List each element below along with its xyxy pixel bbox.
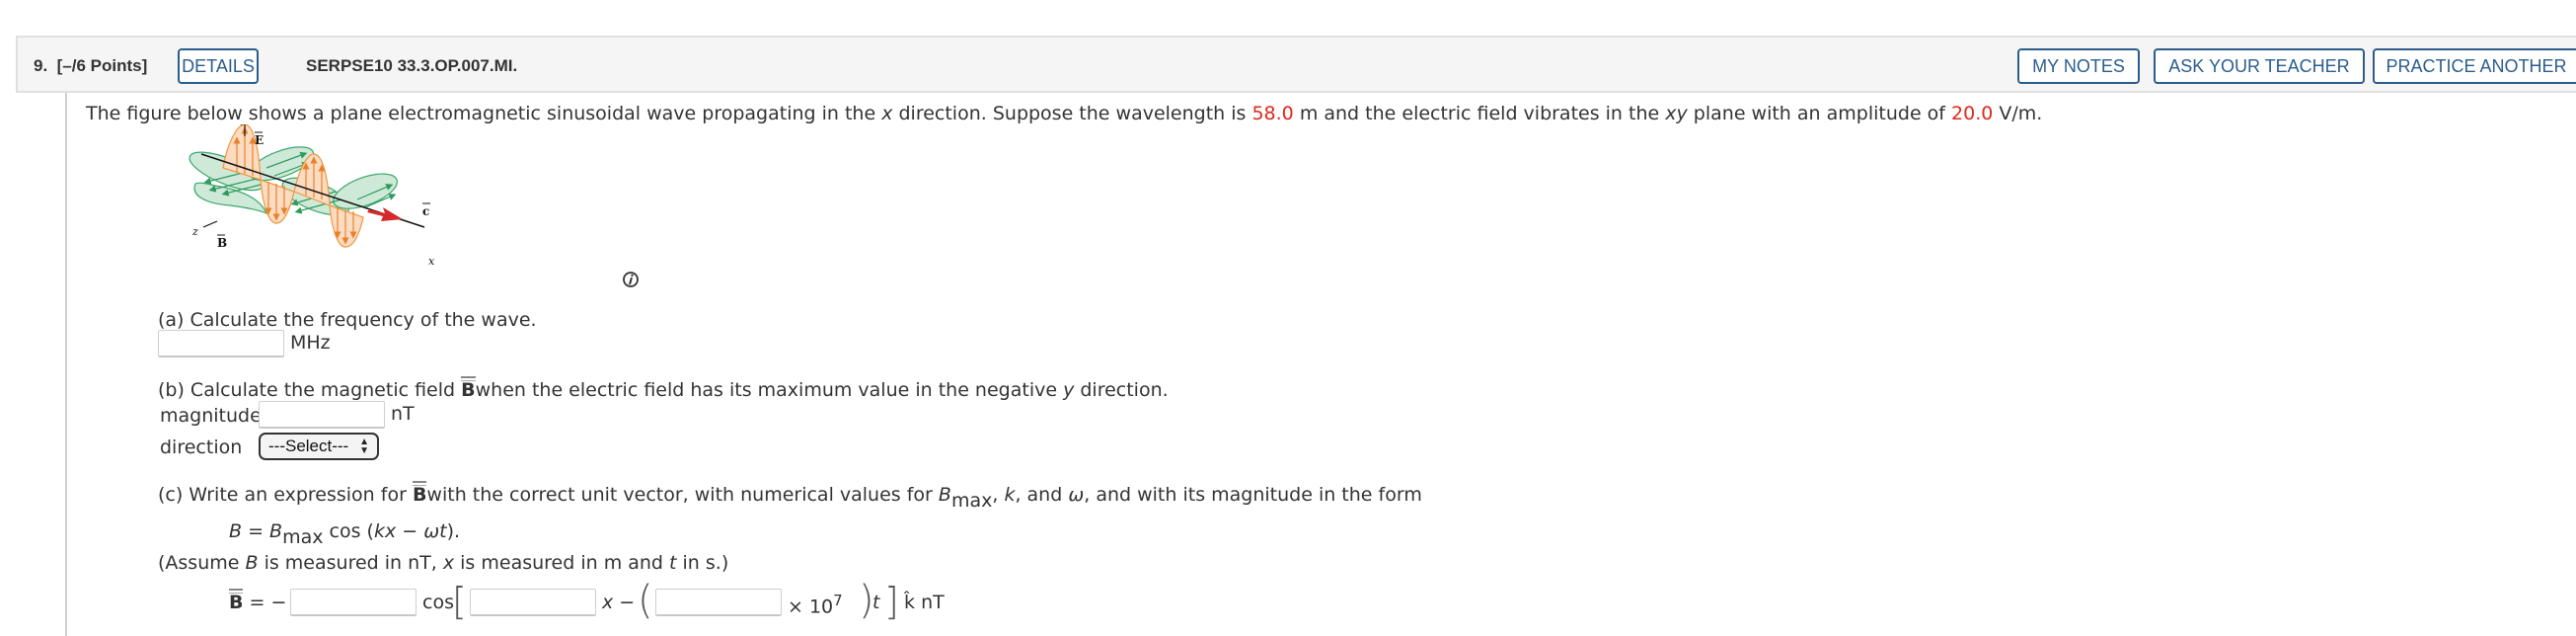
- left-paren: (: [638, 578, 653, 623]
- direction-label: direction: [160, 437, 243, 458]
- prompt-text: m and the electric field vibrates in the: [1293, 103, 1666, 124]
- practice-another-button[interactable]: PRACTICE ANOTHER: [2373, 48, 2576, 84]
- var-y: y: [1063, 379, 1075, 401]
- eq-times-exp: × 107: [788, 592, 843, 617]
- label-E: E: [255, 133, 264, 147]
- eq-lhs: B = −: [229, 589, 287, 613]
- var-B: B: [938, 484, 951, 506]
- part-b-text: when the electric field has its maximum …: [475, 379, 1064, 401]
- amplitude-value: 20.0: [1951, 103, 1994, 124]
- assume-text: is measured in nT,: [258, 552, 443, 574]
- form-end: ).: [446, 520, 461, 542]
- eq-unit: nT: [921, 592, 945, 613]
- assume-text: in s.): [676, 552, 729, 574]
- vector-B: B: [412, 481, 427, 506]
- eq-t-text: t: [872, 592, 880, 613]
- magnitude-form: B = Bmax cos (kx − ωt).: [229, 520, 460, 548]
- part-c-text: ,: [992, 484, 1005, 506]
- form-B: B: [269, 520, 283, 542]
- label-y: y: [240, 124, 248, 125]
- question-number: 9.: [34, 56, 48, 75]
- wavelength-value: 58.0: [1251, 103, 1294, 124]
- label-x: x: [428, 255, 435, 268]
- part-c-text: , and with its magnitude in the form: [1084, 484, 1422, 506]
- part-c-text: (c) Write an expression for: [158, 484, 413, 506]
- z-axis: [202, 220, 218, 228]
- var-xy: xy: [1665, 103, 1688, 124]
- assume-text: is measured in m and: [454, 552, 670, 574]
- part-c-text: , and: [1015, 484, 1069, 506]
- form-cos: cos (: [323, 520, 374, 542]
- frequency-input[interactable]: [158, 330, 284, 358]
- magnitude-input[interactable]: [259, 401, 385, 429]
- part-b-text: (b) Calculate the magnetic field: [158, 379, 462, 401]
- eq-exp: 7: [833, 592, 843, 609]
- prompt-text: V/m.: [1993, 103, 2043, 124]
- assume-x: x: [442, 552, 455, 574]
- var-x: x: [881, 103, 893, 124]
- vector-B: B: [229, 589, 244, 613]
- question-prompt: The figure below shows a plane electroma…: [86, 103, 2042, 124]
- details-button[interactable]: DETAILS: [178, 48, 259, 84]
- eq-x-minus: x −: [602, 592, 635, 613]
- form-minus: −: [396, 520, 424, 542]
- part-c-question: (c) Write an expression for Bwith the co…: [158, 481, 1422, 512]
- right-bracket: ]: [884, 580, 899, 623]
- prompt-text: plane with an amplitude of: [1687, 103, 1952, 124]
- form-eq: =: [242, 520, 270, 542]
- info-icon[interactable]: [622, 271, 640, 288]
- bmax-input[interactable]: [290, 589, 417, 616]
- form-sub: max: [282, 526, 324, 548]
- label-z: z: [191, 225, 198, 238]
- direction-selected-value: ---Select---: [268, 437, 349, 455]
- label-c: c: [422, 204, 429, 218]
- form-kx: kx: [373, 520, 397, 542]
- assume-B: B: [245, 552, 259, 574]
- label-B: B: [217, 236, 227, 250]
- select-arrows-icon: ▲ ▼: [359, 437, 369, 456]
- k-hat: k̂: [904, 592, 916, 613]
- em-wave-figure: y E z B c x: [189, 124, 435, 268]
- eq-equals: = −: [249, 592, 287, 613]
- magnitude-label: magnitude: [160, 405, 262, 427]
- question-number-points: 9. [–/6 Points]: [34, 56, 147, 76]
- points-label: [–/6 Points]: [56, 56, 148, 75]
- frequency-unit: MHz: [290, 332, 331, 354]
- question-code: SERPSE10 33.3.OP.007.MI.: [306, 56, 518, 75]
- omega-input[interactable]: [655, 589, 782, 616]
- sub-max: max: [950, 490, 993, 512]
- my-notes-button[interactable]: MY NOTES: [2017, 48, 2140, 84]
- eq-x-minus-text: x −: [602, 592, 636, 613]
- direction-select[interactable]: ---Select--- ▲ ▼: [259, 433, 379, 460]
- magnitude-unit: nT: [391, 403, 415, 425]
- part-c-text: with the correct unit vector, with numer…: [426, 484, 939, 506]
- eq-cos: cos: [422, 592, 454, 613]
- ask-teacher-button[interactable]: ASK YOUR TEACHER: [2154, 48, 2365, 84]
- part-b-question: (b) Calculate the magnetic field Bwhen t…: [158, 376, 1169, 401]
- left-bracket: [: [452, 580, 467, 623]
- eq-unit-vector: k̂ nT: [904, 592, 945, 613]
- var-omega: ω: [1068, 484, 1085, 506]
- assumption-note: (Assume B is measured in nT, x is measur…: [158, 552, 728, 574]
- part-b-text: direction.: [1074, 379, 1169, 401]
- question-header: 9. [–/6 Points] DETAILS SERPSE10 33.3.OP…: [16, 36, 2576, 93]
- part-a-question: (a) Calculate the frequency of the wave.: [158, 309, 537, 331]
- eq-times: × 10: [788, 596, 834, 618]
- assume-text: (Assume: [158, 552, 246, 574]
- vector-B: B: [461, 376, 477, 401]
- content-left-border: [65, 93, 67, 636]
- prompt-text: The figure below shows a plane electroma…: [86, 103, 882, 124]
- eq-t: t: [872, 592, 879, 613]
- k-input[interactable]: [470, 589, 596, 616]
- form-lhs: B: [229, 520, 243, 542]
- prompt-text: direction. Suppose the wavelength is: [892, 103, 1252, 124]
- form-wt: ωt: [423, 520, 447, 542]
- var-k: k: [1004, 484, 1016, 506]
